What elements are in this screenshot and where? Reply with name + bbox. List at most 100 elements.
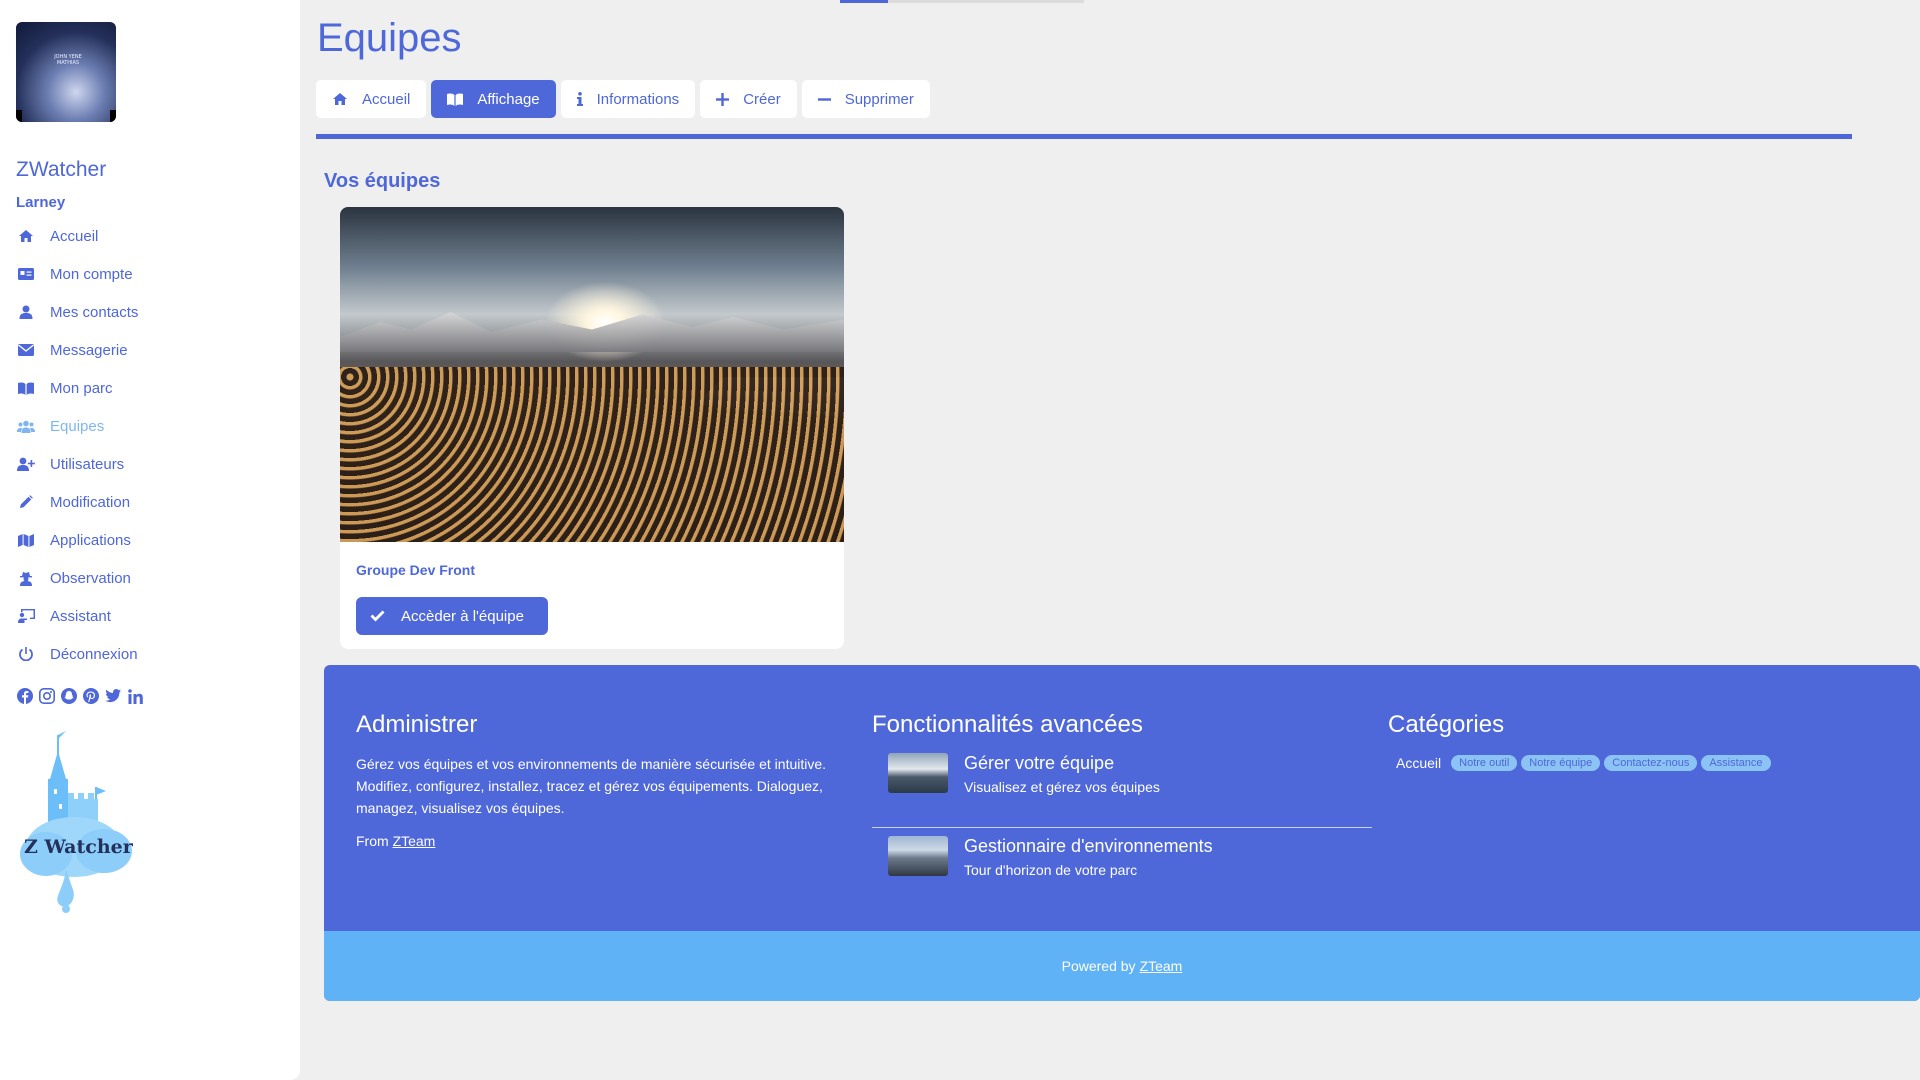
power-icon (16, 646, 36, 662)
avatar-text: JOHN YENE MATHIAS (54, 54, 82, 66)
category-badge[interactable]: Assistance (1701, 755, 1771, 771)
sidebar-item-label: Accueil (50, 227, 99, 245)
footer-heading: Fonctionnalités avancées (872, 711, 1143, 738)
home-icon (332, 92, 348, 106)
powered-prefix: Powered by (1061, 958, 1136, 974)
from-prefix: From (356, 833, 389, 849)
loading-indicator (840, 0, 1084, 3)
tab-accueil[interactable]: Accueil (316, 80, 427, 118)
pencil-icon (16, 494, 36, 510)
feature-thumbnail (888, 836, 948, 876)
feature-item[interactable]: Gestionnaire d'environnements Tour d'hor… (872, 827, 1372, 897)
sidebar-item-label: Utilisateurs (50, 455, 125, 473)
sidebar-item-label: Observation (50, 569, 131, 587)
footer-heading: Catégories (1388, 711, 1505, 738)
feature-title: Gérer votre équipe (964, 753, 1115, 773)
sidebar-item-utilisateurs[interactable]: Utilisateurs (16, 445, 284, 483)
sidebar-item-label: Messagerie (50, 341, 128, 359)
check-icon (370, 610, 385, 622)
snapchat-icon[interactable] (60, 687, 78, 705)
sidebar-item-label: Mon parc (50, 379, 113, 397)
section-title: Vos équipes (324, 170, 441, 192)
tab-divider (316, 134, 1852, 139)
sidebar-item-label: Déconnexion (50, 645, 138, 663)
feature-thumbnail (888, 753, 948, 793)
sidebar-item-assistant[interactable]: Assistant (16, 597, 284, 635)
logo-text: Z Watcher (24, 836, 134, 858)
tab-label: Créer (743, 90, 781, 108)
access-team-label: Accèder à l'équipe (401, 607, 524, 625)
facebook-icon[interactable] (16, 687, 34, 705)
tab-label: Accueil (362, 90, 411, 108)
instagram-icon[interactable] (38, 687, 56, 705)
category-list: Accueil Notre outil Notre équipe Contact… (1388, 755, 1888, 771)
page-title: Equipes (317, 16, 462, 60)
team-name: Groupe Dev Front (356, 562, 476, 578)
home-icon (16, 228, 36, 244)
user-icon (16, 304, 36, 320)
category-badge[interactable]: Notre équipe (1521, 755, 1601, 771)
sidebar-item-label: Applications (50, 531, 131, 549)
chalkboard-icon (16, 608, 36, 624)
sidebar-item-equipes[interactable]: Equipes (16, 407, 284, 445)
tab-affichage[interactable]: Affichage (431, 80, 556, 118)
sidebar-item-label: Equipes (50, 417, 105, 435)
tab-informations[interactable]: Informations (560, 80, 696, 118)
twitter-icon[interactable] (104, 687, 122, 705)
user-plus-icon (16, 456, 36, 472)
sidebar-item-messagerie[interactable]: Messagerie (16, 331, 284, 369)
sidebar: JOHN YENE MATHIAS ZWatcher Larney Accuei… (0, 0, 300, 1080)
sidebar-item-label: Mon compte (50, 265, 133, 283)
sidebar-item-deconnexion[interactable]: Déconnexion (16, 635, 284, 673)
sidebar-item-applications[interactable]: Applications (16, 521, 284, 559)
footer: Administrer Gérez vos équipes et vos env… (324, 665, 1920, 1001)
map-icon (16, 532, 36, 548)
zteam-link[interactable]: ZTeam (393, 833, 436, 849)
sidebar-item-observation[interactable]: Observation (16, 559, 284, 597)
plus-icon (716, 92, 730, 106)
sidebar-item-label: Modification (50, 493, 131, 511)
image-mountains (340, 312, 844, 352)
sidebar-item-mes-contacts[interactable]: Mes contacts (16, 293, 284, 331)
feature-item[interactable]: Gérer votre équipe Visualisez et gérez v… (872, 753, 1372, 813)
book-open-icon (16, 380, 36, 396)
minus-icon (817, 93, 831, 106)
feature-subtitle: Visualisez et gérez vos équipes (964, 779, 1160, 795)
id-card-icon (16, 266, 36, 282)
footer-bottom-bar: Powered by ZTeam (324, 931, 1920, 1001)
user-secret-icon (16, 570, 36, 586)
category-home-link[interactable]: Accueil (1396, 755, 1441, 771)
sidebar-item-modification[interactable]: Modification (16, 483, 284, 521)
tab-label: Informations (596, 90, 680, 108)
book-open-icon (447, 92, 464, 106)
footer-description: Gérez vos équipes et vos environnements … (356, 756, 827, 816)
powered-zteam-link[interactable]: ZTeam (1140, 958, 1183, 974)
info-icon (576, 92, 583, 106)
linkedin-icon[interactable] (126, 687, 144, 705)
tab-bar: Accueil Affichage Informations Créer Sup… (316, 80, 930, 118)
team-image (340, 207, 844, 542)
footer-categories: Catégories Accueil Notre outil Notre équ… (1388, 711, 1888, 771)
footer-heading: Administrer (356, 711, 478, 738)
category-badge[interactable]: Contactez-nous (1604, 755, 1698, 771)
main-content: Equipes Accueil Affichage Informations C… (300, 0, 1920, 1080)
tab-label: Affichage (477, 90, 540, 108)
access-team-button[interactable]: Accèder à l'équipe (356, 597, 548, 635)
sidebar-item-accueil[interactable]: Accueil (16, 217, 284, 255)
username: Larney (16, 194, 66, 211)
sidebar-nav: Accueil Mon compte Mes contacts Messager… (16, 217, 284, 673)
pinterest-icon[interactable] (82, 687, 100, 705)
zwatcher-logo: Z Watcher (16, 729, 136, 919)
sidebar-item-mon-compte[interactable]: Mon compte (16, 255, 284, 293)
sidebar-item-mon-parc[interactable]: Mon parc (16, 369, 284, 407)
tab-creer[interactable]: Créer (700, 80, 797, 118)
users-icon (16, 418, 36, 434)
category-badge[interactable]: Notre outil (1451, 755, 1518, 771)
envelope-icon (16, 342, 36, 358)
footer-features: Fonctionnalités avancées Gérer votre équ… (872, 711, 1372, 897)
image-penguins (340, 367, 844, 542)
tab-supprimer[interactable]: Supprimer (801, 80, 930, 118)
footer-administrer: Administrer Gérez vos équipes et vos env… (356, 711, 856, 849)
sidebar-item-label: Mes contacts (50, 303, 139, 321)
avatar[interactable]: JOHN YENE MATHIAS (16, 22, 116, 122)
